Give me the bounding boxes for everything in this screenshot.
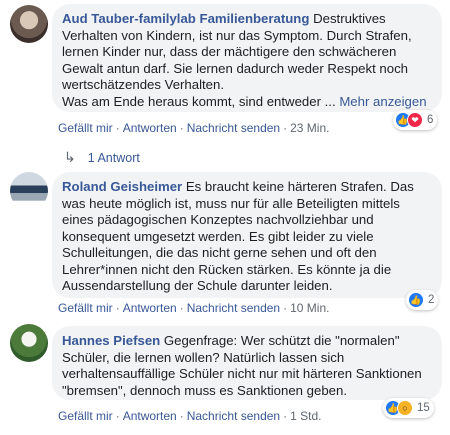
send-message-link[interactable]: Nachricht senden (187, 409, 280, 423)
reply-arrow-icon: ↳ (64, 149, 76, 165)
reply-link[interactable]: Antworten (123, 409, 177, 423)
reply-link[interactable]: Antworten (123, 121, 177, 135)
send-message-link[interactable]: Nachricht senden (187, 301, 280, 315)
timestamp[interactable]: 23 Min. (290, 121, 329, 135)
like-link[interactable]: Gefällt mir (58, 409, 113, 423)
avatar[interactable] (10, 324, 48, 362)
comment-text-continued: Was am Ende heraus kommt, sind entweder … (62, 93, 336, 109)
reaction-count: 6 (427, 114, 434, 126)
comment-text: Es braucht keine härteren Strafen. Das w… (62, 179, 414, 293)
comment-author[interactable]: Hannes Piefsen (62, 333, 160, 348)
reaction-summary[interactable]: 👍 ○ 15 (383, 398, 434, 418)
comment-actions: Gefällt mir · Antworten · Nachricht senden · 1… (58, 409, 322, 423)
reaction-count: 2 (428, 294, 435, 306)
send-message-link[interactable]: Nachricht senden (187, 121, 280, 135)
replies-count-link[interactable]: 1 Antwort (88, 151, 140, 165)
wow-icon: ○ (397, 400, 413, 416)
like-link[interactable]: Gefällt mir (58, 301, 113, 315)
like-icon: 👍 (408, 292, 424, 308)
reaction-count: 15 (417, 402, 430, 414)
comment-author[interactable]: Roland Geisheimer (62, 179, 182, 194)
reaction-summary[interactable]: 👍 ❤ 6 (393, 110, 438, 130)
love-icon: ❤ (407, 112, 423, 128)
comment-author[interactable]: Aud Tauber-familylab Familienberatung (62, 11, 309, 26)
comment-bubble: Aud Tauber-familylab Familienberatung De… (52, 4, 442, 112)
reaction-summary[interactable]: 👍 2 (406, 290, 439, 310)
comment-bubble: Hannes Piefsen Gegenfrage: Wer schützt d… (52, 326, 442, 400)
view-replies[interactable]: ↳ 1 Antwort (64, 149, 140, 166)
avatar[interactable] (10, 5, 48, 43)
reply-link[interactable]: Antworten (123, 301, 177, 315)
comment-bubble: Roland Geisheimer Es braucht keine härte… (52, 172, 442, 298)
timestamp[interactable]: 1 Std. (290, 409, 321, 423)
comment-actions: Gefällt mir · Antworten · Nachricht senden · 2… (58, 121, 330, 135)
show-more-link[interactable]: Mehr anzeigen (339, 94, 426, 109)
comment-actions: Gefällt mir · Antworten · Nachricht senden · 1… (58, 301, 330, 315)
timestamp[interactable]: 10 Min. (290, 301, 329, 315)
avatar[interactable] (10, 172, 48, 210)
like-link[interactable]: Gefällt mir (58, 121, 113, 135)
